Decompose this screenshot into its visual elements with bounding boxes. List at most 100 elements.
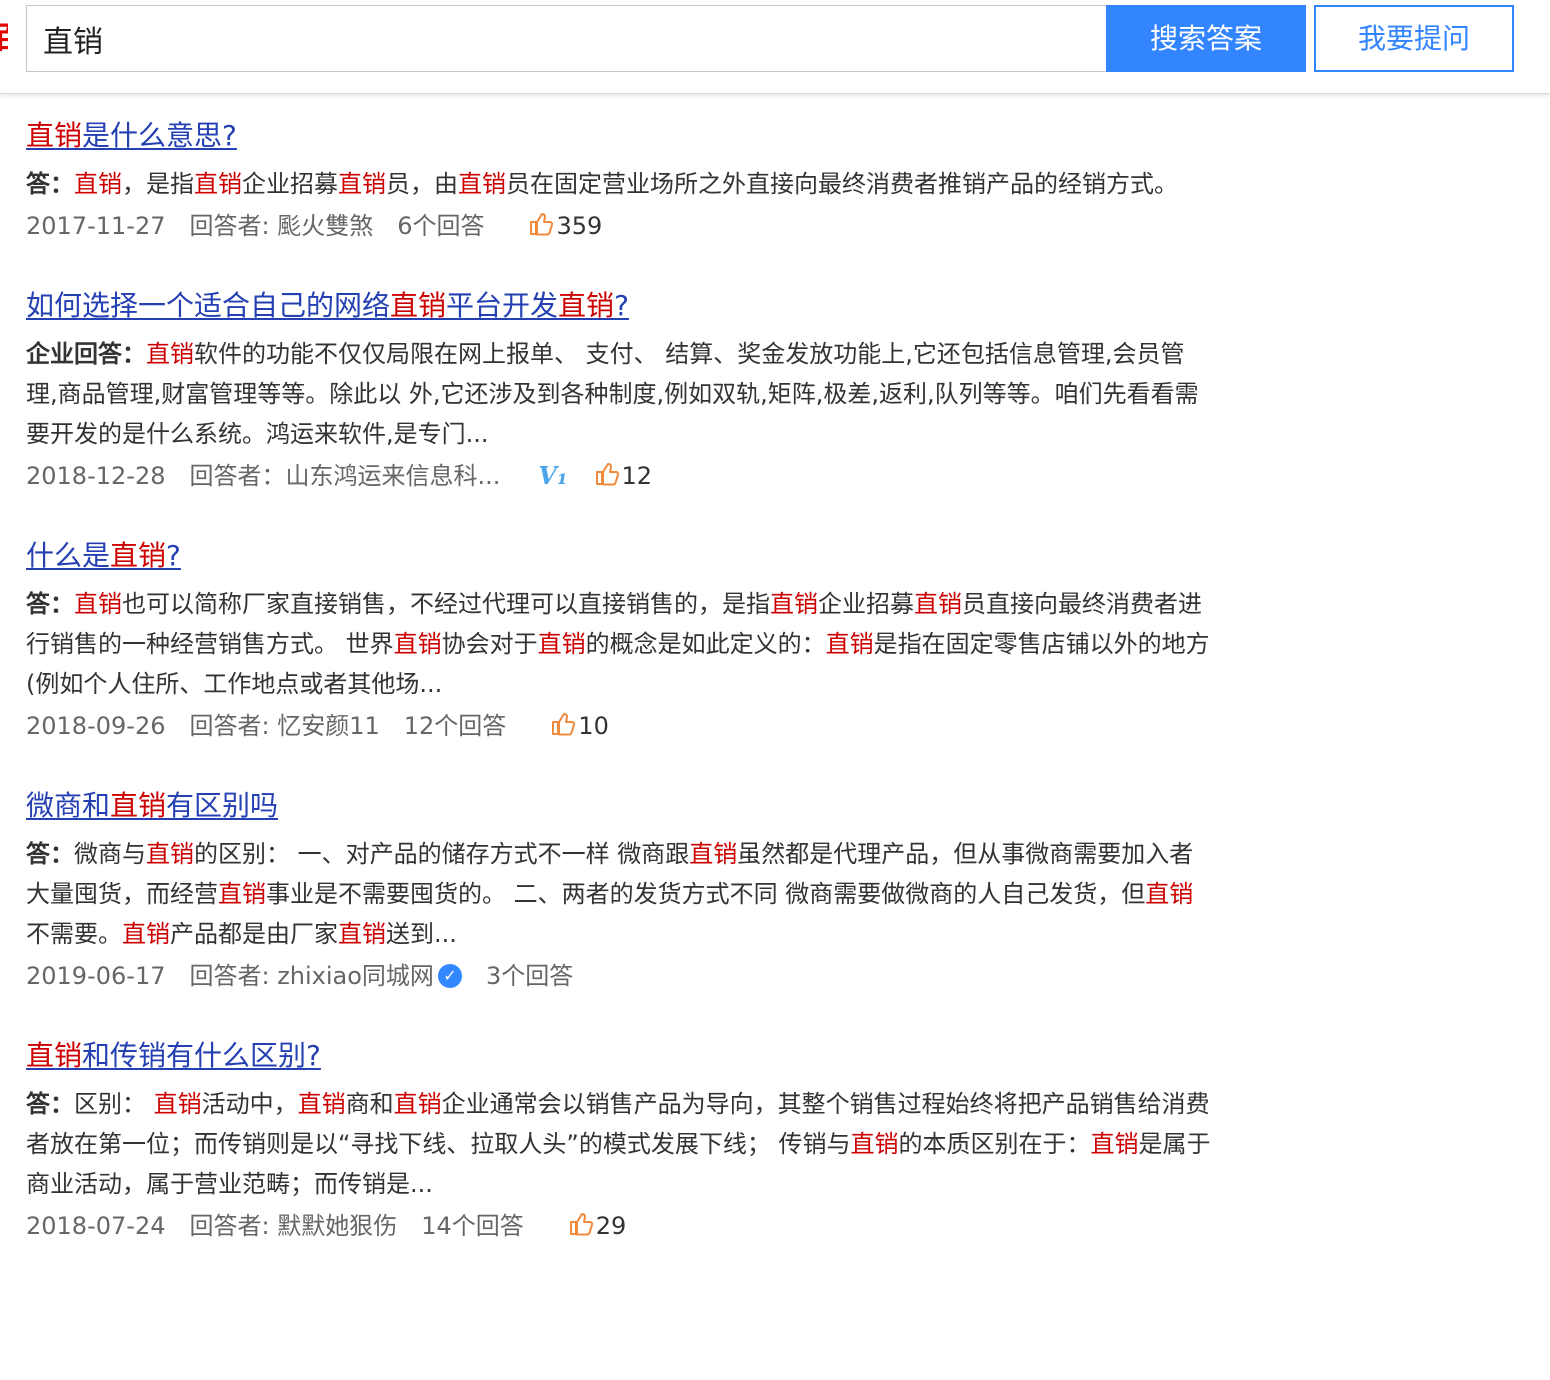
search-box[interactable] xyxy=(26,5,1108,72)
text-segment: ? xyxy=(614,289,629,322)
answer-date: 2018-09-26 xyxy=(26,712,166,740)
result-abstract: 企业回答：直销软件的功能不仅仅局限在网上报单、 支付、 结算、奖金发放功能上,它… xyxy=(26,334,1216,454)
result-title-link[interactable]: 什么是直销? xyxy=(26,534,181,578)
highlight-keyword: 直销 xyxy=(110,539,167,572)
search-input[interactable] xyxy=(43,6,1083,71)
text-segment: ，是指 xyxy=(122,170,194,198)
result-meta: 2017-11-27 回答者: 颩火雙煞 6个回答 359 xyxy=(26,204,1216,248)
answer-count[interactable]: 3个回答 xyxy=(486,954,573,998)
highlight-keyword: 直销 xyxy=(218,880,266,908)
answer-date: 2019-06-17 xyxy=(26,962,166,990)
highlight-keyword: 直销 xyxy=(122,920,170,948)
result-title-link[interactable]: 如何选择一个适合自己的网络直销平台开发直销? xyxy=(26,284,629,328)
thumbs-up-icon xyxy=(568,1207,594,1236)
answerer[interactable]: 回答者: 忆安颜11 xyxy=(189,704,379,748)
answer-count[interactable]: 6个回答 xyxy=(397,204,484,248)
like-count[interactable]: 12 xyxy=(594,454,652,498)
highlight-keyword: 直销 xyxy=(914,590,962,618)
text-segment: 产品都是由厂家 xyxy=(170,920,338,948)
answerer[interactable]: 回答者：山东鸿运来信息科... xyxy=(189,454,500,498)
text-segment: 微商与 xyxy=(74,840,146,868)
text-segment: 如何选择一个适合自己的网络 xyxy=(26,289,391,322)
answer-count[interactable]: 14个回答 xyxy=(421,1204,524,1248)
result-abstract: 答：区别： 直销活动中，直销商和直销企业通常会以销售产品为导向，其整个销售过程始… xyxy=(26,1084,1216,1204)
result-item: 微商和直销有区别吗 答：微商与直销的区别： 一、对产品的储存方式不一样 微商跟直销… xyxy=(26,784,1216,998)
text-segment: ? xyxy=(166,539,181,572)
text-segment: 事业是不需要囤货的。 二、两者的发货方式不同 微商需要做微商的人自己发货，但 xyxy=(266,880,1146,908)
text-segment: 商和 xyxy=(345,1090,394,1118)
highlight-keyword: 直销 xyxy=(390,289,447,322)
text-segment: 平台开发 xyxy=(446,289,559,322)
like-count[interactable]: 359 xyxy=(528,204,602,248)
highlight-keyword: 直销 xyxy=(850,1130,899,1158)
result-abstract: 答：直销也可以简称厂家直接销售，不经过代理可以直接销售的，是指直销企业招募直销员… xyxy=(26,584,1216,704)
text-segment: 是什么意思? xyxy=(82,119,237,152)
result-item: 什么是直销? 答：直销也可以简称厂家直接销售，不经过代理可以直接销售的，是指直销… xyxy=(26,534,1216,748)
results-list: 直销是什么意思? 答：直销，是指直销企业招募直销员，由直销员在固定营业场所之外直… xyxy=(26,114,1216,1284)
result-meta: 2018-09-26 回答者: 忆安颜11 12个回答 10 xyxy=(26,704,1216,748)
answerer[interactable]: 回答者: zhixiao同城网 xyxy=(189,954,433,998)
text-segment: 什么是 xyxy=(26,539,111,572)
thumbs-up-icon xyxy=(594,457,620,486)
highlight-keyword: 直销 xyxy=(338,170,386,198)
result-meta: 2019-06-17 回答者: zhixiao同城网 ✓ 3个回答 xyxy=(26,954,1216,998)
answer-count[interactable]: 12个回答 xyxy=(404,704,507,748)
result-item: 如何选择一个适合自己的网络直销平台开发直销? 企业回答：直销软件的功能不仅仅局限在… xyxy=(26,284,1216,498)
text-segment: 协会对于 xyxy=(441,630,538,658)
like-count[interactable]: 10 xyxy=(550,704,609,748)
highlight-keyword: 直销 xyxy=(74,170,122,198)
ask-question-button[interactable]: 我要提问 xyxy=(1314,5,1514,72)
highlight-keyword: 直销 xyxy=(1090,1130,1139,1158)
like-number: 10 xyxy=(578,712,609,740)
result-abstract: 答：微商与直销的区别： 一、对产品的储存方式不一样 微商跟直销虽然都是代理产品，… xyxy=(26,834,1216,954)
highlight-keyword: 直销 xyxy=(146,340,194,368)
text-segment: 企业招募 xyxy=(818,590,914,618)
highlight-keyword: 直销 xyxy=(297,1090,346,1118)
text-segment: 的本质区别在于： xyxy=(898,1130,1091,1158)
text-segment: 也可以简称厂家直接销售，不经过代理可以直接销售的，是指 xyxy=(122,590,770,618)
answerer[interactable]: 回答者: 颩火雙煞 xyxy=(189,204,373,248)
highlight-keyword: 直销 xyxy=(689,840,738,868)
answer-prefix: 答： xyxy=(26,590,74,618)
result-title-link[interactable]: 直销和传销有什么区别? xyxy=(26,1034,321,1078)
text-segment: 区别： xyxy=(74,1090,154,1118)
logo[interactable]: 百 xyxy=(0,22,8,56)
highlight-keyword: 直销 xyxy=(146,840,194,868)
like-number: 359 xyxy=(556,212,603,240)
highlight-keyword: 直销 xyxy=(393,630,442,658)
result-meta: 2018-07-24 回答者: 默默她狠伤 14个回答 29 xyxy=(26,1204,1216,1248)
text-segment: 软件的功能不仅仅局限在网上报单、 支付、 结算、奖金发放功能上,它还包括信息管理… xyxy=(26,340,1199,448)
answer-date: 2017-11-27 xyxy=(26,212,166,240)
highlight-keyword: 直销 xyxy=(537,630,586,658)
highlight-keyword: 直销 xyxy=(338,920,386,948)
answer-date: 2018-12-28 xyxy=(26,462,166,490)
highlight-keyword: 直销 xyxy=(26,1039,83,1072)
result-meta: 2018-12-28 回答者：山东鸿运来信息科... V₁ 12 xyxy=(26,454,1216,498)
highlight-keyword: 直销 xyxy=(153,1090,202,1118)
answerer[interactable]: 回答者: 默默她狠伤 xyxy=(189,1204,397,1248)
answer-date: 2018-07-24 xyxy=(26,1212,166,1240)
answer-prefix: 答： xyxy=(26,840,74,868)
highlight-keyword: 直销 xyxy=(74,590,122,618)
text-segment: 送到... xyxy=(386,920,457,948)
highlight-keyword: 直销 xyxy=(194,170,242,198)
like-count[interactable]: 29 xyxy=(568,1204,626,1248)
answer-prefix: 答： xyxy=(26,1090,74,1118)
result-title-link[interactable]: 直销是什么意思? xyxy=(26,114,237,158)
highlight-keyword: 直销 xyxy=(1145,880,1194,908)
text-segment: 企业招募 xyxy=(242,170,338,198)
text-segment: 有区别吗 xyxy=(166,789,279,822)
result-title-link[interactable]: 微商和直销有区别吗 xyxy=(26,784,278,828)
search-answers-button[interactable]: 搜索答案 xyxy=(1106,5,1306,72)
highlight-keyword: 直销 xyxy=(558,289,615,322)
text-segment: 的区别： 一、对产品的储存方式不一样 微商跟 xyxy=(194,840,690,868)
text-segment: 的概念是如此定义的： xyxy=(585,630,826,658)
text-segment: 微商和 xyxy=(26,789,111,822)
text-segment: 员，由 xyxy=(386,170,458,198)
highlight-keyword: 直销 xyxy=(770,590,818,618)
highlight-keyword: 直销 xyxy=(110,789,167,822)
verified-check-icon: ✓ xyxy=(437,964,462,988)
result-item: 直销和传销有什么区别? 答：区别： 直销活动中，直销商和直销企业通常会以销售产品… xyxy=(26,1034,1216,1248)
thumbs-up-icon xyxy=(528,207,554,236)
result-item: 直销是什么意思? 答：直销，是指直销企业招募直销员，由直销员在固定营业场所之外直… xyxy=(26,114,1216,248)
